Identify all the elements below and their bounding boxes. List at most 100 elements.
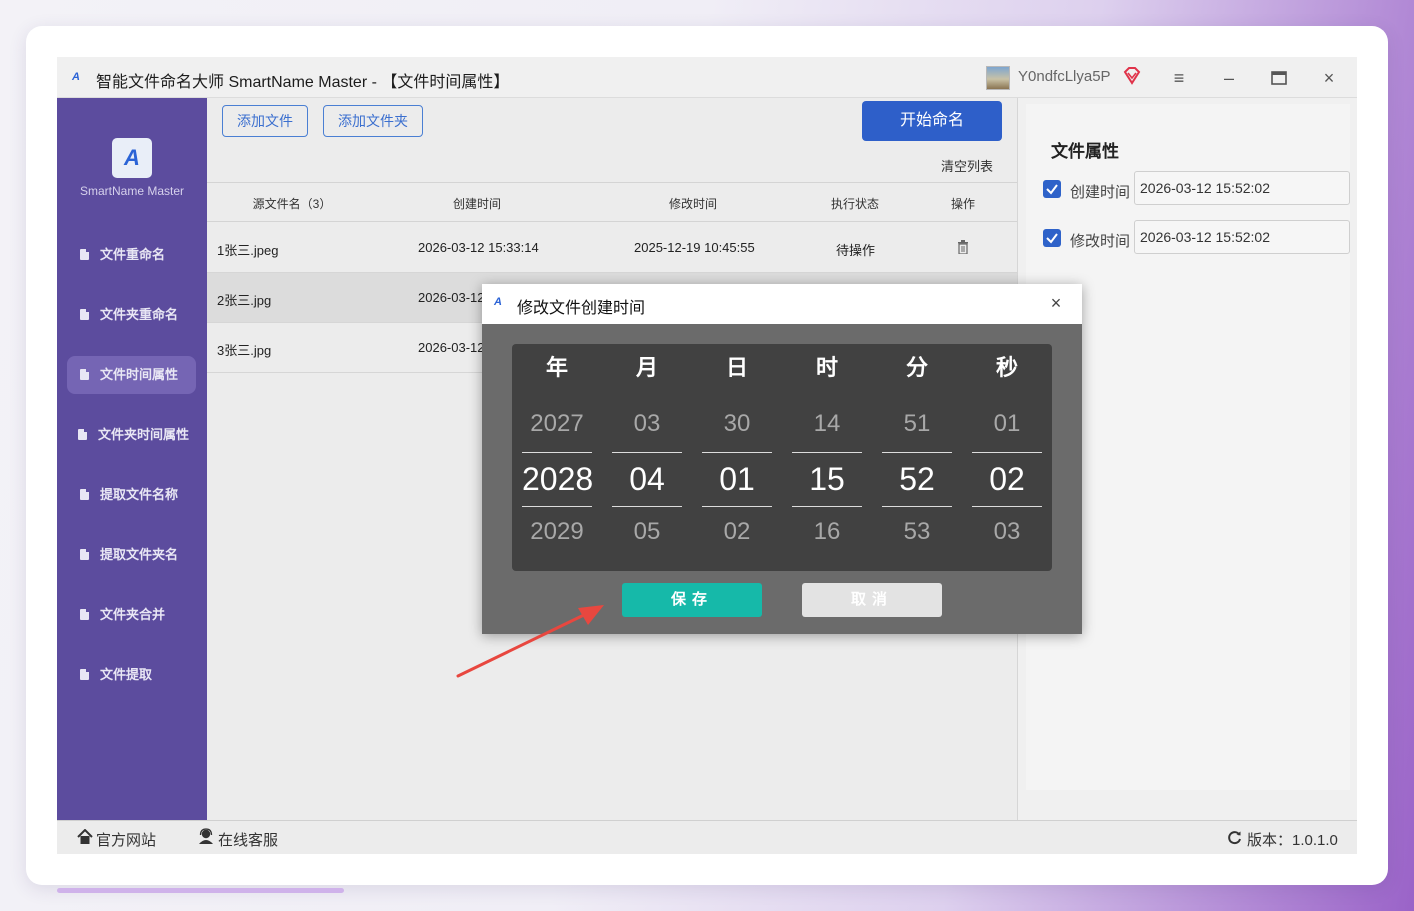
vip-diamond-icon[interactable] — [1121, 65, 1143, 87]
minute-column[interactable]: 分 51 52 53 — [882, 344, 952, 571]
datetime-picker: 年 2027 2028 2029 月 03 04 05 日 30 01 02 时… — [512, 344, 1052, 571]
table-row[interactable]: 1张三.jpeg 2026-03-12 15:33:14 2025-12-19 … — [207, 223, 1017, 273]
divider — [612, 452, 682, 453]
cell-status: 待操作 — [836, 243, 876, 258]
document-icon — [80, 309, 89, 320]
day-column[interactable]: 日 30 01 02 — [702, 344, 772, 571]
modified-time-label: 修改时间 — [1070, 233, 1131, 250]
sidebar-item-extract-filename[interactable]: 提取文件名称 — [67, 476, 196, 514]
avatar[interactable] — [986, 66, 1010, 90]
progress-underline — [57, 888, 344, 893]
second-value[interactable]: 02 — [972, 461, 1042, 498]
column-header-created: 创建时间 — [452, 197, 501, 211]
official-website-link[interactable]: 官方网站 — [96, 829, 156, 850]
divider — [792, 452, 862, 453]
divider — [972, 452, 1042, 453]
year-column[interactable]: 年 2027 2028 2029 — [522, 344, 593, 571]
online-support-link[interactable]: 在线客服 — [218, 829, 278, 850]
modified-time-field[interactable]: 2026-03-12 15:52:02 — [1134, 220, 1350, 254]
document-icon — [80, 369, 89, 380]
add-folder-button[interactable]: 添加文件夹 — [323, 105, 423, 137]
cancel-button[interactable]: 取消 — [802, 583, 942, 617]
cell-filename: 1张三.jpeg — [217, 243, 279, 258]
column-header-action: 操作 — [950, 197, 975, 211]
clear-list-link[interactable]: 清空列表 — [941, 156, 993, 175]
document-icon — [80, 249, 89, 260]
column-header-filename: 源文件名（3） — [252, 197, 332, 211]
modified-time-checkbox[interactable] — [1043, 229, 1061, 247]
year-value[interactable]: 2028 — [522, 461, 593, 498]
version-label: 版本：1.0.1.0 — [1247, 832, 1338, 849]
document-icon — [80, 489, 89, 500]
hour-next[interactable]: 16 — [792, 518, 862, 546]
cell-filename: 2张三.jpg — [217, 293, 272, 308]
month-column[interactable]: 月 03 04 05 — [612, 344, 682, 571]
minute-value[interactable]: 52 — [882, 461, 952, 498]
dialog-title: 修改文件创建时间 — [517, 300, 646, 317]
sidebar-item-folder-rename[interactable]: 文件夹重命名 — [67, 296, 196, 334]
start-rename-button[interactable]: 开始命名 — [862, 101, 1002, 141]
save-button[interactable]: 保存 — [622, 583, 762, 617]
divider — [972, 506, 1042, 507]
properties-title: 文件属性 — [1051, 142, 1119, 161]
hour-value[interactable]: 15 — [792, 461, 862, 498]
username[interactable]: Y0ndfcLlya5P — [1018, 68, 1111, 85]
hour-header: 时 — [815, 356, 838, 381]
dialog-close-icon[interactable]: × — [1046, 293, 1066, 313]
year-prev[interactable]: 2027 — [522, 410, 592, 438]
sidebar: A SmartName Master 文件重命名 文件夹重命名 文件时间属性 文… — [57, 98, 207, 820]
second-next[interactable]: 03 — [972, 518, 1042, 546]
column-header-status: 执行状态 — [830, 197, 879, 211]
dialog-header: A 修改文件创建时间 × — [482, 284, 1082, 324]
trash-icon[interactable] — [957, 240, 969, 254]
window-title: 智能文件命名大师 SmartName Master - 【文件时间属性】 — [96, 74, 510, 91]
maximize-icon[interactable] — [1267, 66, 1291, 90]
cell-filename: 3张三.jpg — [217, 343, 272, 358]
second-prev[interactable]: 01 — [972, 410, 1042, 438]
minimize-icon[interactable]: – — [1217, 66, 1241, 90]
minute-header: 分 — [905, 356, 928, 381]
document-icon — [80, 549, 89, 560]
menu-icon[interactable]: ≡ — [1167, 66, 1191, 90]
sidebar-item-folder-time[interactable]: 文件夹时间属性 — [67, 416, 196, 454]
month-value[interactable]: 04 — [612, 461, 682, 498]
document-icon — [78, 429, 87, 440]
close-icon[interactable]: × — [1317, 66, 1341, 90]
check-icon — [1046, 233, 1058, 244]
created-time-field[interactable]: 2026-03-12 15:52:02 — [1134, 171, 1350, 205]
month-next[interactable]: 05 — [612, 518, 682, 546]
table-header: 源文件名（3） 创建时间 修改时间 执行状态 操作 — [207, 182, 1017, 222]
minute-prev[interactable]: 51 — [882, 410, 952, 438]
cell-created: 2026-03-12 — [418, 290, 485, 305]
created-time-checkbox[interactable] — [1043, 180, 1061, 198]
divider — [612, 506, 682, 507]
hour-prev[interactable]: 14 — [792, 410, 862, 438]
created-time-label: 创建时间 — [1070, 184, 1131, 201]
month-prev[interactable]: 03 — [612, 410, 682, 438]
sidebar-item-file-rename[interactable]: 文件重命名 — [67, 236, 196, 274]
customer-service-icon — [199, 828, 213, 844]
brand-logo-icon: A — [112, 138, 152, 178]
cell-created: 2026-03-12 — [418, 340, 485, 355]
app-logo-icon: A — [494, 296, 502, 308]
divider — [882, 506, 952, 507]
title-bar: A 智能文件命名大师 SmartName Master - 【文件时间属性】 Y… — [57, 57, 1357, 98]
divider — [702, 506, 772, 507]
day-prev[interactable]: 30 — [702, 410, 772, 438]
refresh-icon[interactable] — [1227, 830, 1242, 845]
annotation-arrow-icon — [456, 605, 604, 678]
year-next[interactable]: 2029 — [522, 518, 592, 546]
second-column[interactable]: 秒 01 02 03 — [972, 344, 1042, 571]
day-next[interactable]: 02 — [702, 518, 772, 546]
sidebar-item-file-extract[interactable]: 文件提取 — [67, 656, 196, 694]
add-file-button[interactable]: 添加文件 — [222, 105, 308, 137]
sidebar-item-extract-foldername[interactable]: 提取文件夹名 — [67, 536, 196, 574]
sidebar-item-file-time[interactable]: 文件时间属性 — [67, 356, 196, 394]
sidebar-item-folder-merge[interactable]: 文件夹合并 — [67, 596, 196, 634]
status-bar: 官方网站 在线客服 版本：1.0.1.0 — [57, 820, 1357, 854]
minute-next[interactable]: 53 — [882, 518, 952, 546]
edit-created-time-dialog: A 修改文件创建时间 × 年 2027 2028 2029 月 03 04 05… — [482, 284, 1082, 634]
hour-column[interactable]: 时 14 15 16 — [792, 344, 862, 571]
day-value[interactable]: 01 — [702, 461, 772, 498]
check-icon — [1046, 184, 1058, 195]
